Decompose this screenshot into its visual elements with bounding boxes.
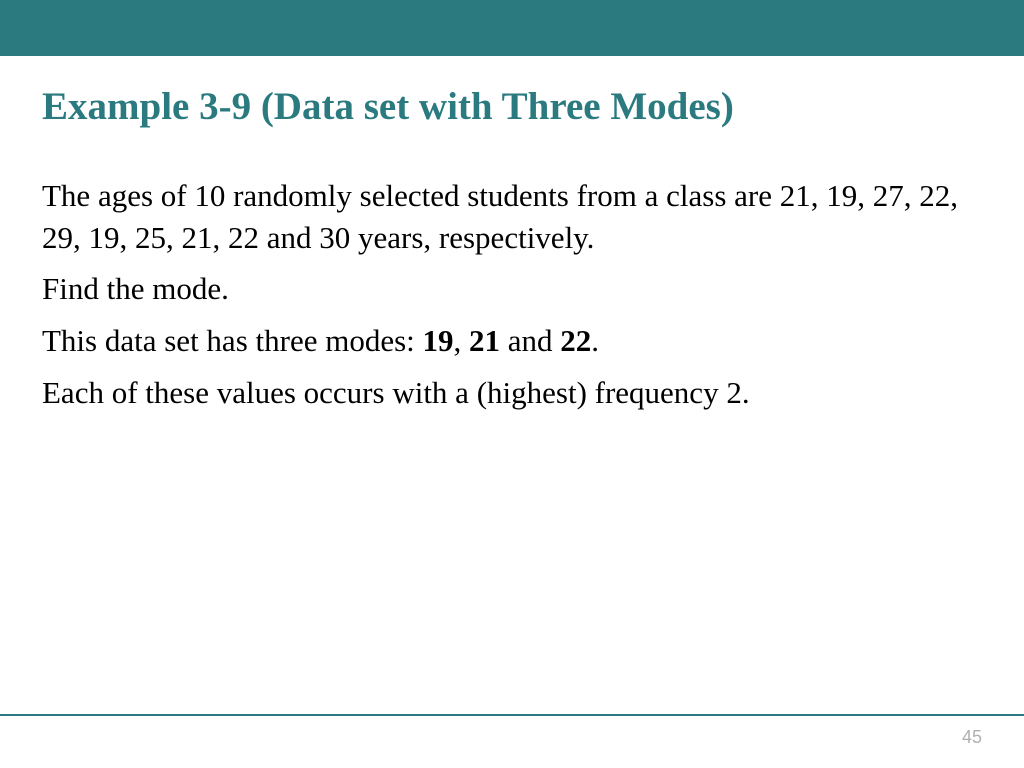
slide-title: Example 3-9 (Data set with Three Modes): [42, 84, 982, 131]
mode-value-3: 22: [560, 323, 591, 358]
header-bar: [0, 0, 1024, 56]
paragraph-2: Find the mode.: [42, 268, 982, 310]
slide-body: The ages of 10 randomly selected student…: [42, 175, 982, 414]
mode-value-1: 19: [423, 323, 454, 358]
paragraph-3: This data set has three modes: 19, 21 an…: [42, 320, 982, 362]
p3-sep2: and: [500, 323, 560, 358]
paragraph-1: The ages of 10 randomly selected student…: [42, 175, 982, 259]
p3-suffix: .: [591, 323, 599, 358]
paragraph-4: Each of these values occurs with a (high…: [42, 372, 982, 414]
p3-sep1: ,: [454, 323, 470, 358]
p3-prefix: This data set has three modes:: [42, 323, 423, 358]
page-number: 45: [962, 727, 982, 748]
mode-value-2: 21: [469, 323, 500, 358]
slide-content: Example 3-9 (Data set with Three Modes) …: [0, 56, 1024, 414]
footer-divider: [0, 714, 1024, 716]
